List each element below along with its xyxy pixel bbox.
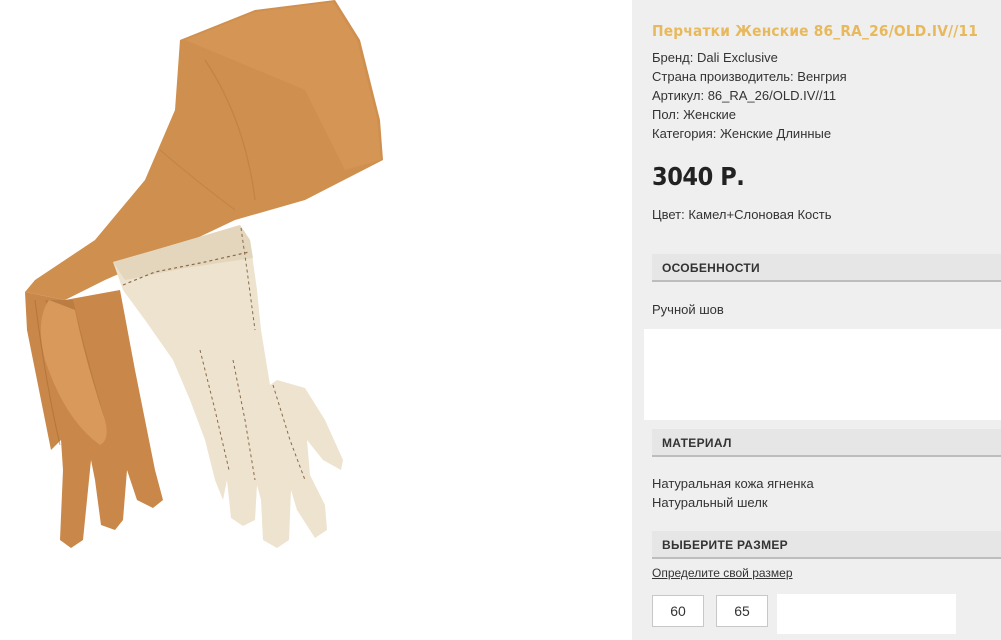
product-gallery bbox=[0, 0, 632, 640]
product-info-panel: Перчатки Женские 86_RA_26/OLD.IV//11 Бре… bbox=[632, 0, 1001, 640]
product-color: Цвет: Камел+Слоновая Кость bbox=[652, 207, 832, 222]
gallery-bottom-strip bbox=[0, 590, 632, 640]
size-section-header[interactable]: ВЫБЕРИТЕ РАЗМЕР bbox=[652, 531, 1001, 559]
product-image-gloves[interactable] bbox=[5, 0, 419, 590]
size-option-65[interactable]: 65 bbox=[716, 595, 768, 627]
features-section-header[interactable]: ОСОБЕННОСТИ bbox=[652, 254, 1001, 282]
features-heading: ОСОБЕННОСТИ bbox=[662, 261, 760, 275]
product-article: Артикул: 86_RA_26/OLD.IV//11 bbox=[652, 88, 837, 103]
product-title: Перчатки Женские 86_RA_26/OLD.IV//11 bbox=[652, 22, 979, 40]
product-category: Категория: Женские Длинные bbox=[652, 126, 832, 141]
product-meta: Бренд: Dali Exclusive Страна производите… bbox=[652, 48, 847, 143]
size-heading: ВЫБЕРИТЕ РАЗМЕР bbox=[662, 538, 788, 552]
size-guide-link[interactable]: Определите свой размер bbox=[652, 566, 793, 580]
material-section-header[interactable]: МАТЕРИАЛ bbox=[652, 429, 1001, 457]
features-text: Ручной шов bbox=[652, 302, 724, 317]
material-heading: МАТЕРИАЛ bbox=[662, 436, 732, 450]
product-gender: Пол: Женские bbox=[652, 107, 737, 122]
product-brand: Бренд: Dali Exclusive bbox=[652, 50, 778, 65]
product-country: Страна производитель: Венгрия bbox=[652, 69, 847, 84]
material-line-1: Натуральная кожа ягненка bbox=[652, 476, 814, 491]
material-line-2: Натуральный шелк bbox=[652, 495, 768, 510]
size-options-empty-area bbox=[777, 594, 956, 634]
features-content-area bbox=[644, 329, 1001, 420]
size-option-60[interactable]: 60 bbox=[652, 595, 704, 627]
product-price: 3040 Р. bbox=[652, 162, 745, 191]
